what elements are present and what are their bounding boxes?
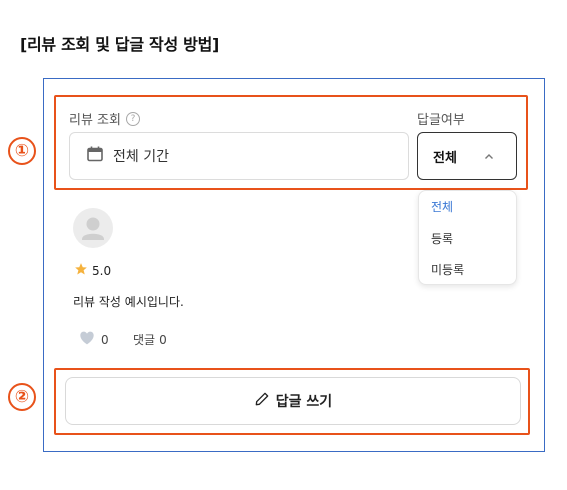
heart-icon — [79, 331, 95, 348]
comment-count-value: 0 — [159, 332, 167, 347]
reply-status-selected: 전체 — [433, 150, 457, 166]
dropdown-option-unregistered[interactable]: 미등록 — [431, 261, 464, 278]
like-button[interactable]: 0 — [79, 331, 109, 348]
dropdown-option-all[interactable]: 전체 — [431, 198, 453, 215]
step-marker-2: ② — [8, 383, 36, 411]
comment-label: 댓글 — [133, 333, 156, 347]
write-reply-button[interactable]: 답글 쓰기 — [65, 377, 521, 425]
star-icon — [74, 262, 88, 279]
user-avatar-icon — [73, 208, 113, 248]
write-reply-label: 답글 쓰기 — [275, 394, 333, 410]
rating: 5.0 — [74, 262, 111, 279]
date-range-field[interactable]: 전체 기간 — [69, 132, 409, 180]
reply-status-select[interactable]: 전체 — [417, 132, 517, 180]
reply-status-dropdown: 전체 등록 미등록 — [418, 190, 517, 285]
date-range-value: 전체 기간 — [113, 149, 169, 165]
step-marker-1: ① — [8, 137, 36, 165]
help-icon[interactable]: ? — [125, 111, 140, 126]
calendar-icon — [86, 145, 104, 167]
review-filter-label-text: 리뷰 조회 — [69, 113, 121, 128]
page-heading: [리뷰 조회 및 답글 작성 방법] — [20, 35, 219, 54]
comment-count[interactable]: 댓글 0 — [133, 331, 167, 348]
like-count: 0 — [101, 332, 109, 347]
chevron-up-icon — [484, 150, 494, 163]
review-filter-label: 리뷰 조회 ? — [69, 109, 140, 128]
review-text: 리뷰 작성 예시입니다. — [73, 295, 184, 309]
dropdown-option-registered[interactable]: 등록 — [431, 230, 453, 247]
reply-status-label: 답글여부 — [417, 113, 465, 128]
rating-value: 5.0 — [92, 263, 112, 278]
pencil-icon — [254, 391, 270, 411]
